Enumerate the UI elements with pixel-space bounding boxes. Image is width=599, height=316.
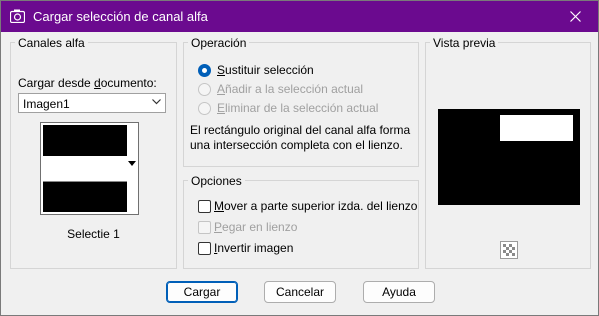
channel-thumbnail-picker[interactable] [40, 122, 139, 215]
dropdown-arrow-icon[interactable] [128, 161, 136, 166]
canales-alfa-group: Canales alfa Cargar desde documento: Ima… [10, 37, 177, 269]
operacion-description: El rectángulo original del canal alfa fo… [190, 123, 411, 152]
radio-button[interactable] [198, 82, 211, 96]
operacion-legend: Operación [188, 37, 250, 49]
chevron-down-icon [152, 99, 161, 105]
checkerboard-icon[interactable] [500, 241, 518, 259]
title-bar[interactable]: Cargar selección de canal alfa [1, 1, 598, 32]
checkbox[interactable] [198, 199, 211, 213]
checkbox-label-invertir: Invertir imagen [214, 241, 294, 255]
operacion-group: Operación Sustituir selección Añadir a l… [183, 37, 419, 167]
radio-eliminar-seleccion[interactable]: Eliminar de la selección actual [198, 100, 378, 116]
preview-selection-rect [500, 115, 573, 141]
opciones-group: Opciones Mover a parte superior izda. de… [183, 175, 419, 269]
checkbox[interactable] [198, 220, 211, 234]
close-button[interactable] [554, 1, 598, 32]
canales-alfa-legend: Canales alfa [15, 37, 88, 49]
thumbnail-selection-band [43, 156, 127, 182]
checkbox-label-pegar: Pegar en lienzo [214, 220, 298, 234]
radio-label-anadir: Añadir a la selección actual [217, 82, 364, 96]
opciones-legend: Opciones [188, 175, 245, 187]
camera-icon [10, 9, 25, 23]
radio-label-eliminar: Eliminar de la selección actual [217, 101, 379, 115]
dialog-window: Cargar selección de canal alfa Canales a… [0, 0, 599, 316]
checkbox-invertir-imagen[interactable]: Invertir imagen [198, 240, 293, 256]
radio-button[interactable] [198, 101, 211, 115]
document-select-value: Imagen1 [23, 97, 70, 111]
radio-button-checked[interactable] [198, 63, 211, 77]
cargar-button[interactable]: Cargar [166, 281, 238, 303]
preview-image [438, 109, 580, 205]
checkbox-pegar-en-lienzo[interactable]: Pegar en lienzo [198, 219, 297, 235]
radio-anadir-seleccion[interactable]: Añadir a la selección actual [198, 81, 363, 97]
window-title: Cargar selección de canal alfa [33, 9, 208, 24]
radio-sustituir-seleccion[interactable]: Sustituir selección [198, 62, 314, 78]
close-icon [570, 11, 581, 22]
vista-previa-group: Vista previa [425, 37, 591, 269]
ayuda-button[interactable]: Ayuda [363, 281, 435, 303]
channel-thumbnail [43, 125, 127, 212]
document-select[interactable]: Imagen1 [18, 93, 166, 113]
checkbox-label-mover: Mover a parte superior izda. del lienzo [214, 199, 418, 213]
dialog-content: Canales alfa Cargar desde documento: Ima… [1, 32, 598, 315]
cancelar-button[interactable]: Cancelar [264, 281, 336, 303]
thumbnail-divider [43, 181, 127, 182]
cargar-desde-label: Cargar desde documento: [18, 76, 157, 90]
channel-name-label: Selectie 1 [67, 227, 120, 241]
vista-previa-legend: Vista previa [430, 37, 499, 49]
checkbox[interactable] [198, 241, 211, 255]
radio-label-sustituir: Sustituir selección [217, 63, 314, 77]
checkbox-mover-parte-superior[interactable]: Mover a parte superior izda. del lienzo [198, 198, 417, 214]
